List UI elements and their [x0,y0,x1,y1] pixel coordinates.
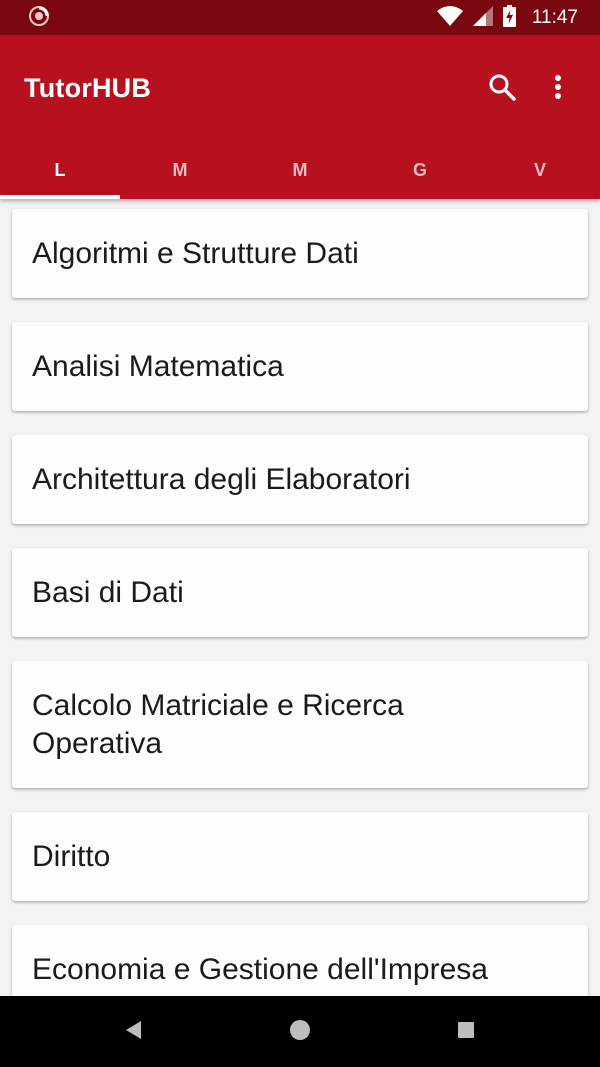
wifi-icon [436,5,463,30]
course-name: Architettura degli Elaboratori [32,462,411,496]
course-list[interactable]: Algoritmi e Strutture Dati Analisi Matem… [0,199,600,996]
course-card[interactable]: Architettura degli Elaboratori [12,435,588,524]
tab-tuesday[interactable]: M [120,142,240,199]
toolbar: TutorHUB [0,35,600,142]
course-name: Calcolo Matriciale e Ricerca Operativa [32,688,404,760]
tab-monday[interactable]: L [0,142,120,199]
course-name: Diritto [32,839,111,873]
course-card[interactable]: Economia e Gestione dell'Impresa [12,925,588,996]
signal-icon [472,5,493,30]
course-name: Algoritmi e Strutture Dati [32,236,359,270]
tab-label: V [533,160,546,180]
day-tabs: L M M G V [0,142,600,199]
more-vert-icon [554,74,562,104]
battery-charging-icon [502,4,516,31]
status-bar: 11:47 [0,0,600,35]
home-icon [289,1019,311,1045]
tab-label: M [292,160,308,180]
course-card[interactable]: Calcolo Matriciale e Ricerca Operativa [12,661,588,788]
back-button[interactable] [104,1002,164,1062]
tab-wednesday[interactable]: M [240,142,360,199]
recents-icon [457,1021,475,1043]
app-notification-icon [28,5,50,31]
course-name: Economia e Gestione dell'Impresa [32,952,488,986]
course-name: Basi di Dati [32,575,184,609]
course-name: Analisi Matematica [32,349,284,383]
tab-label: L [54,160,66,180]
tab-label: G [412,160,427,180]
search-button[interactable] [474,61,530,117]
recents-button[interactable] [436,1002,496,1062]
tab-friday[interactable]: V [480,142,600,199]
tab-label: M [172,160,188,180]
search-icon [488,73,516,105]
status-time: 11:47 [531,6,578,28]
app-title: TutorHUB [24,73,152,103]
system-nav-bar [0,996,600,1067]
course-card[interactable]: Diritto [12,812,588,901]
back-icon [125,1020,143,1044]
course-card[interactable]: Analisi Matematica [12,322,588,411]
course-card[interactable]: Algoritmi e Strutture Dati [12,209,588,298]
home-button[interactable] [270,1002,330,1062]
app-bar: TutorHUB L M M G V [0,35,600,199]
overflow-menu-button[interactable] [530,61,586,117]
tab-thursday[interactable]: G [360,142,480,199]
course-card[interactable]: Basi di Dati [12,548,588,637]
